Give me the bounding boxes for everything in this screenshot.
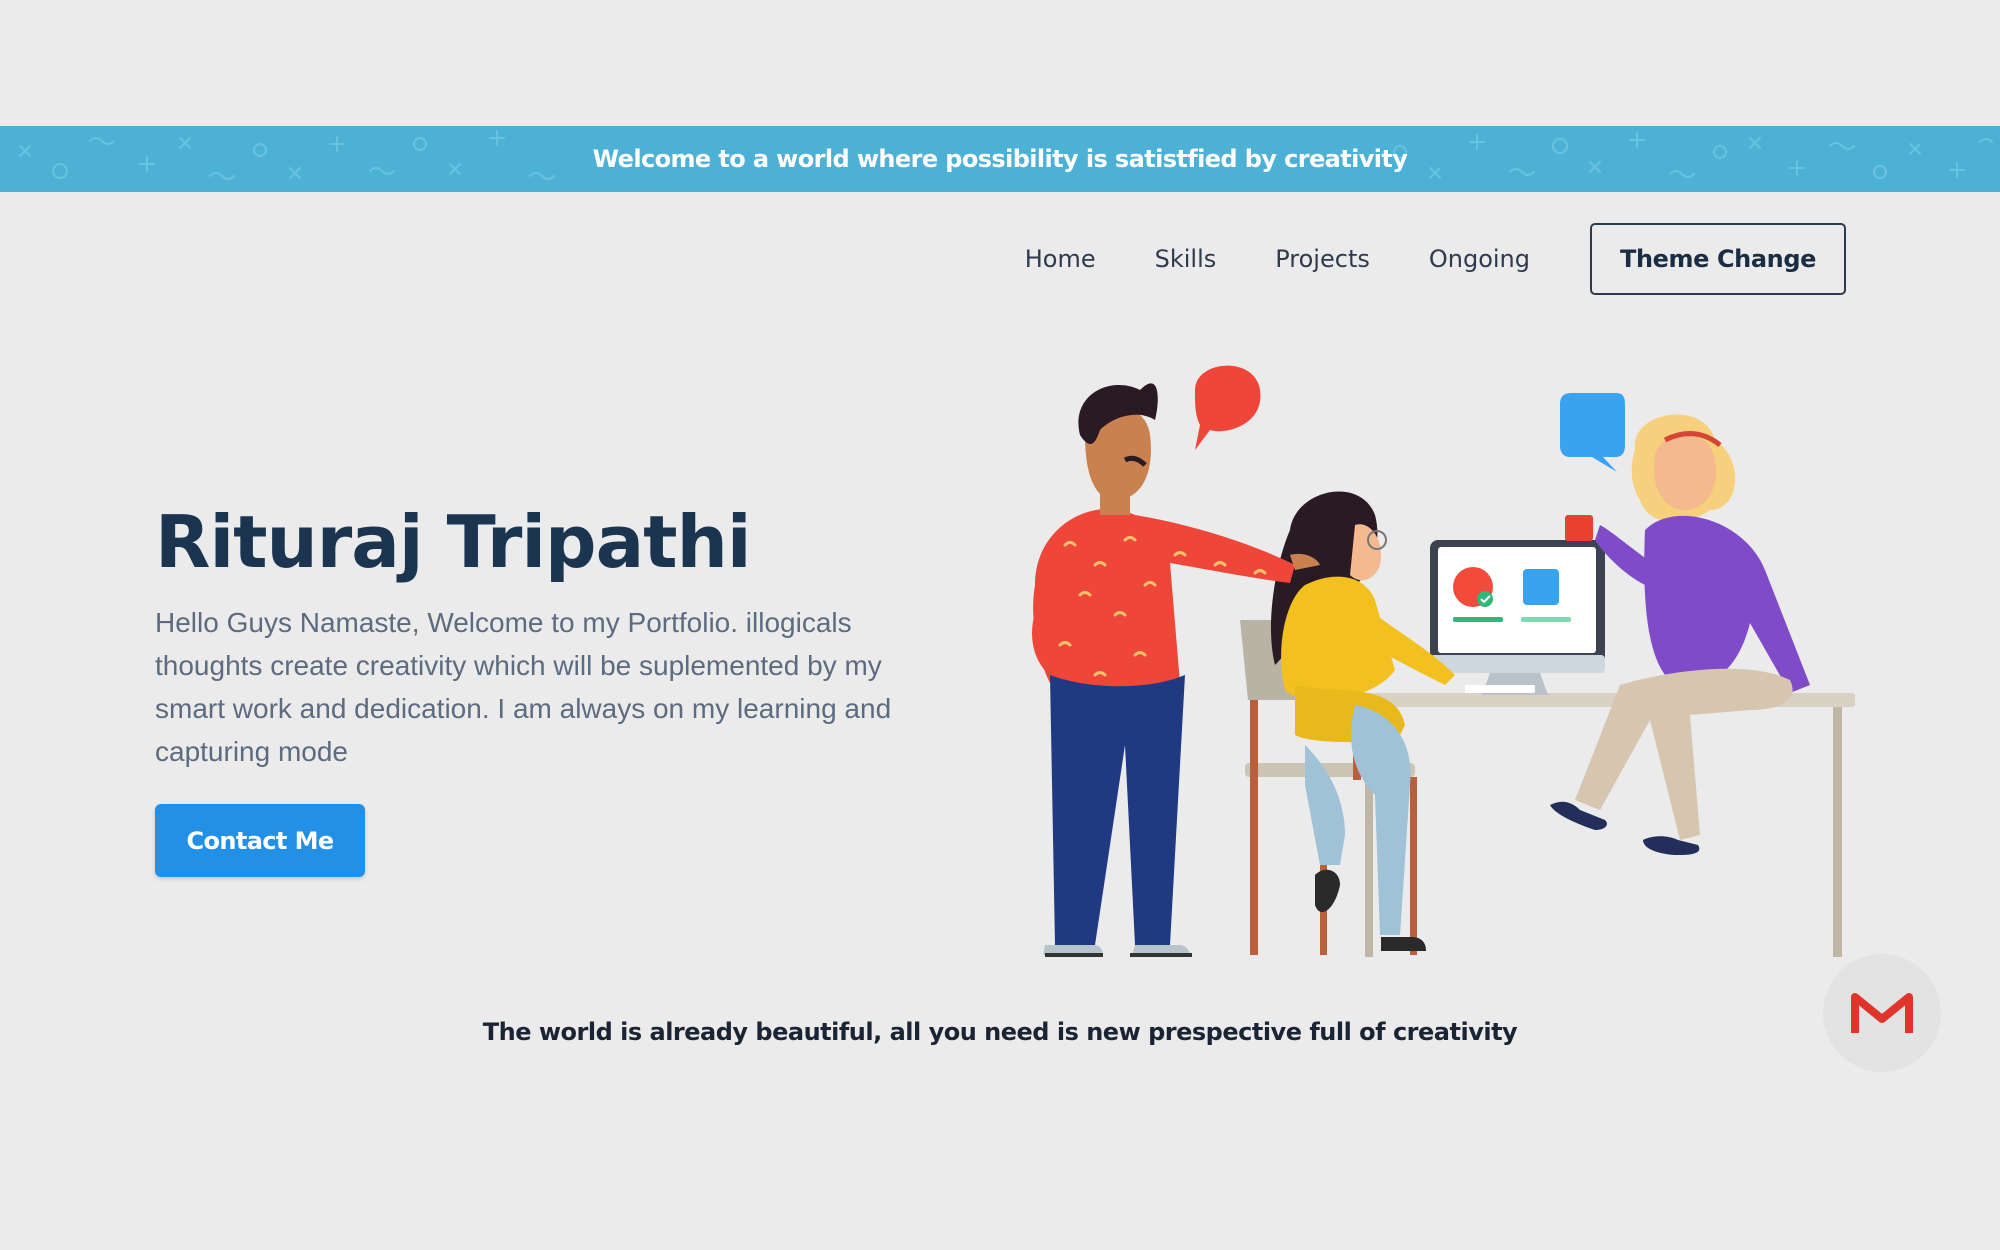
nav-link-ongoing[interactable]: Ongoing [1429, 245, 1530, 273]
team-working-illustration [1032, 365, 1855, 957]
hero-title: Rituraj Tripathi [155, 500, 752, 584]
red-speech-bubble [1195, 365, 1261, 450]
contact-me-button[interactable]: Contact Me [155, 804, 365, 877]
blue-speech-bubble [1560, 393, 1625, 472]
tagline: The world is already beautiful, all you … [482, 1018, 1518, 1046]
gmail-button[interactable] [1823, 954, 1941, 1072]
hero-description: Hello Guys Namaste, Welcome to my Portfo… [155, 607, 892, 767]
banner-text: Welcome to a world where possibility is … [592, 145, 1408, 173]
welcome-banner: Welcome to a world where possibility is … [0, 126, 2000, 192]
computer-monitor [1430, 540, 1605, 695]
gmail-icon [1851, 993, 1913, 1033]
nav-link-home[interactable]: Home [1025, 245, 1096, 273]
theme-change-button[interactable]: Theme Change [1590, 223, 1846, 295]
nav-link-skills[interactable]: Skills [1155, 245, 1217, 273]
nav-link-projects[interactable]: Projects [1275, 245, 1370, 273]
main-nav: Home Skills Projects Ongoing Theme Chang… [1025, 221, 1846, 297]
